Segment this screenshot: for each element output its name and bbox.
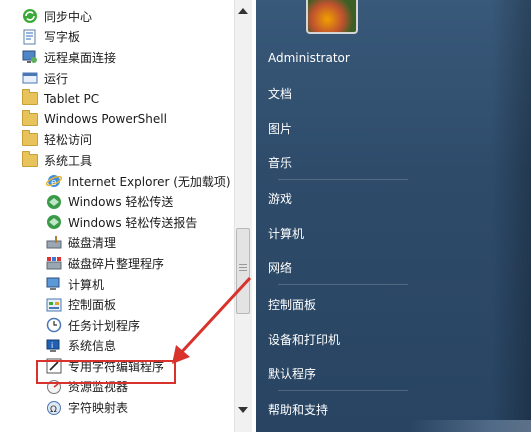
program-run[interactable]: 运行 xyxy=(22,68,232,89)
scroll-down-arrow-icon[interactable] xyxy=(238,407,248,413)
program-easy-transfer[interactable]: Windows 轻松传送 xyxy=(22,191,232,212)
easy-transfer-report-icon xyxy=(46,214,62,230)
menu-games[interactable]: 游戏 xyxy=(268,190,292,207)
folder-label: Tablet PC xyxy=(44,91,100,106)
scroll-grip xyxy=(239,267,247,268)
system-info-icon: i xyxy=(46,338,62,354)
scroll-up-arrow-icon[interactable] xyxy=(238,8,248,14)
svg-text:e: e xyxy=(51,178,57,188)
folder-icon xyxy=(22,150,38,168)
wordpad-icon xyxy=(22,29,38,45)
program-wordpad[interactable]: 写字板 xyxy=(22,27,232,48)
program-sync-center[interactable]: 同步中心 xyxy=(22,6,232,27)
folder-label: 系统工具 xyxy=(44,153,93,168)
menu-documents[interactable]: 文档 xyxy=(268,85,292,102)
menu-separator xyxy=(278,390,408,391)
folder-powershell[interactable]: Windows PowerShell xyxy=(22,109,232,130)
folder-system-tools[interactable]: 系统工具 xyxy=(22,150,232,171)
program-label: 系统信息 xyxy=(68,339,117,354)
program-label: 计算机 xyxy=(68,277,105,292)
folder-tablet-pc[interactable]: Tablet PC xyxy=(22,88,232,109)
program-remote-desktop[interactable]: 远程桌面连接 xyxy=(22,47,232,68)
all-programs-pane: 同步中心 写字板 远程桌面连接 运行 Tablet PC Windows Pow… xyxy=(0,0,257,432)
run-icon xyxy=(22,70,38,86)
menu-separator xyxy=(278,284,408,285)
disk-cleanup-icon xyxy=(46,235,62,251)
svg-text:Ω: Ω xyxy=(50,405,57,415)
program-label: 任务计划程序 xyxy=(68,318,141,333)
internet-explorer-icon: e xyxy=(46,173,62,189)
menu-network[interactable]: 网络 xyxy=(268,259,292,276)
programs-scrollbar[interactable] xyxy=(234,0,252,432)
program-label: 字符映射表 xyxy=(68,401,129,416)
folder-ease-of-access[interactable]: 轻松访问 xyxy=(22,130,232,151)
menu-music[interactable]: 音乐 xyxy=(268,154,292,171)
remote-desktop-icon xyxy=(22,49,38,65)
program-label: 磁盘清理 xyxy=(68,236,117,251)
svg-text:i: i xyxy=(51,341,53,350)
control-panel-icon xyxy=(46,297,62,313)
character-map-icon: Ω xyxy=(46,400,62,416)
program-label: Internet Explorer (无加载项) xyxy=(68,174,231,189)
folder-label: Windows PowerShell xyxy=(44,112,167,127)
program-label: 控制面板 xyxy=(68,298,117,313)
scrollbar-thumb[interactable] xyxy=(236,228,250,314)
menu-devices-printers[interactable]: 设备和打印机 xyxy=(268,331,340,348)
menu-default-programs[interactable]: 默认程序 xyxy=(268,365,316,382)
program-label: Windows 轻松传送 xyxy=(68,195,174,210)
disk-defrag-icon xyxy=(46,255,62,271)
menu-help-support[interactable]: 帮助和支持 xyxy=(268,401,328,418)
program-easy-transfer-report[interactable]: Windows 轻松传送报告 xyxy=(22,212,232,233)
program-control-panel[interactable]: 控制面板 xyxy=(22,294,232,315)
menu-pictures[interactable]: 图片 xyxy=(268,120,292,137)
program-label: 远程桌面连接 xyxy=(44,50,117,65)
program-system-info[interactable]: i 系统信息 xyxy=(22,336,232,357)
task-scheduler-icon xyxy=(46,317,62,333)
menu-control-panel[interactable]: 控制面板 xyxy=(268,296,316,313)
folder-label: 轻松访问 xyxy=(44,133,93,148)
program-character-map[interactable]: Ω 字符映射表 xyxy=(22,397,232,418)
menu-user[interactable]: Administrator xyxy=(268,51,350,65)
easy-transfer-icon xyxy=(46,194,62,210)
scroll-grip xyxy=(239,264,247,265)
program-label: 磁盘碎片整理程序 xyxy=(68,256,165,271)
scroll-grip xyxy=(239,270,247,271)
menu-separator xyxy=(278,179,408,180)
computer-icon xyxy=(46,276,62,292)
start-menu-right-pane: Administrator 文档 图片 音乐 游戏 计算机 网络 控制面板 设备… xyxy=(256,0,531,432)
program-label: Windows 轻松传送报告 xyxy=(68,215,198,230)
folder-icon xyxy=(22,89,38,107)
folder-icon xyxy=(22,109,38,127)
program-task-scheduler[interactable]: 任务计划程序 xyxy=(22,315,232,336)
program-ie-no-addons[interactable]: e Internet Explorer (无加载项) xyxy=(22,171,232,192)
menu-computer[interactable]: 计算机 xyxy=(268,225,304,242)
program-label: 运行 xyxy=(44,71,69,86)
taskbar-glow xyxy=(410,420,531,432)
program-disk-cleanup[interactable]: 磁盘清理 xyxy=(22,233,232,254)
program-computer[interactable]: 计算机 xyxy=(22,274,232,295)
programs-list: 同步中心 写字板 远程桌面连接 运行 Tablet PC Windows Pow… xyxy=(22,6,232,418)
sync-center-icon xyxy=(22,8,38,24)
program-label: 同步中心 xyxy=(44,9,93,24)
program-disk-defrag[interactable]: 磁盘碎片整理程序 xyxy=(22,253,232,274)
highlight-box xyxy=(36,360,176,384)
user-avatar[interactable] xyxy=(306,0,358,34)
folder-icon xyxy=(22,130,38,148)
program-label: 写字板 xyxy=(44,30,81,45)
